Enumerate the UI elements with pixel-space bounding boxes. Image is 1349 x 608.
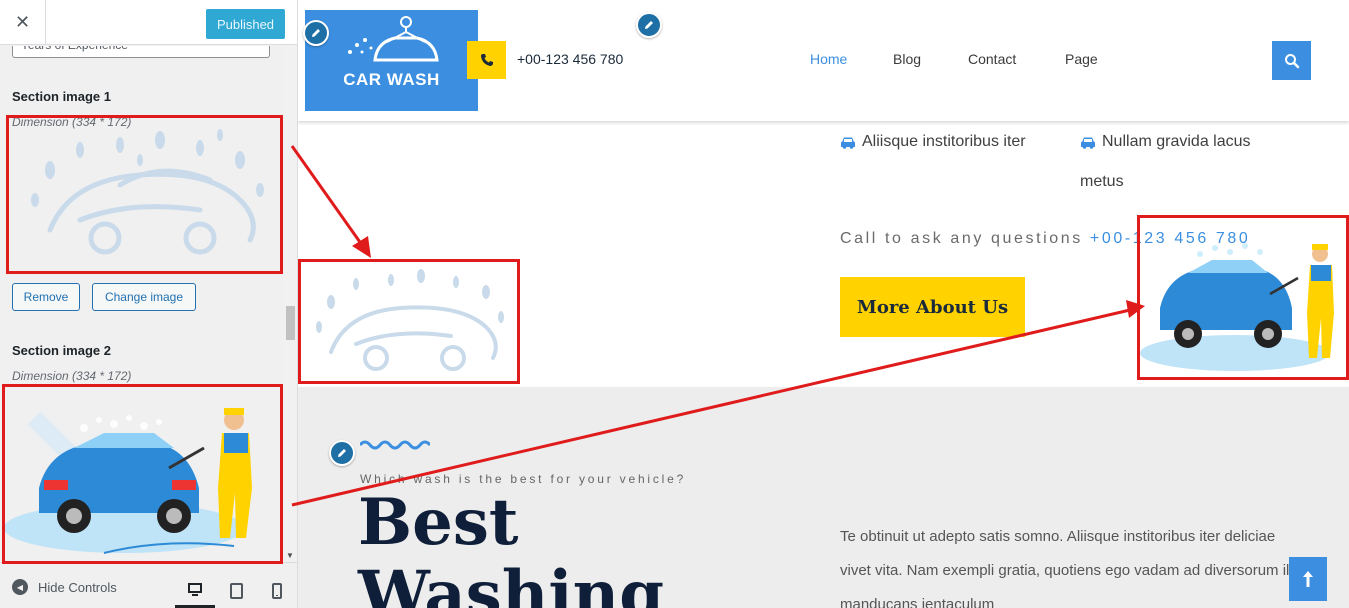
section-image-1-label: Section image 1 [12, 89, 111, 104]
customizer-header: ✕ Published [0, 0, 297, 45]
nav-page[interactable]: Page [1065, 51, 1098, 67]
close-customizer-button[interactable]: ✕ [0, 0, 46, 45]
section-paragraph: Te obtinuit ut adepto satis somno. Aliis… [840, 528, 1304, 608]
site-logo[interactable]: CAR WASH [305, 10, 478, 111]
search-icon [1284, 53, 1299, 68]
edit-shortcut-section[interactable] [329, 440, 355, 466]
logo-text: CAR WASH [343, 70, 440, 89]
nav-contact[interactable]: Contact [968, 51, 1016, 67]
title-line: Washing [358, 557, 664, 608]
site-header: CAR WASH +00-123 456 780 Home Blog Conta… [298, 0, 1349, 121]
section-image-2-dimension: Dimension (334 * 172) [12, 369, 132, 383]
edit-shortcut-logo[interactable] [303, 20, 329, 46]
services-section: Which wash is the best for your vehicle?… [298, 387, 1349, 608]
scrollbar-thumb[interactable] [286, 306, 295, 340]
nav-home[interactable]: Home [810, 51, 847, 67]
section-title: Best Washing [358, 487, 664, 608]
remove-image-button[interactable]: Remove [12, 283, 80, 311]
car-logo-icon [348, 16, 439, 62]
arrow-up-icon [1303, 571, 1313, 587]
annotation-box-preview-image-2 [1137, 215, 1349, 380]
more-about-us-button[interactable]: More About Us [840, 277, 1025, 337]
phone-icon-box [467, 41, 506, 79]
nav-blog[interactable]: Blog [893, 51, 921, 67]
published-button[interactable]: Published [206, 9, 285, 39]
years-experience-field[interactable]: Years of Experience [12, 46, 270, 58]
pencil-icon [338, 449, 346, 457]
scroll-down-arrow-icon[interactable]: ▼ [286, 551, 294, 560]
mobile-icon [272, 583, 282, 599]
feature-text: metus [1080, 173, 1124, 190]
pencil-icon [312, 29, 320, 37]
annotation-box-sidebar-image-2 [2, 384, 283, 564]
collapse-arrow-icon: ◀ [12, 579, 28, 595]
close-icon: ✕ [14, 12, 31, 32]
feature-text: Aliisque institoribus iter [862, 133, 1026, 150]
car-icon [841, 137, 855, 149]
scroll-to-top-button[interactable] [1289, 557, 1327, 601]
pencil-icon [645, 21, 653, 29]
sidebar-scrollbar[interactable]: ▼ [284, 46, 297, 562]
wave-divider-icon [360, 440, 430, 450]
tablet-icon [229, 583, 243, 599]
annotation-box-preview-image-1 [298, 259, 520, 384]
feature-text: Nullam gravida lacus [1102, 133, 1251, 150]
header-phone-number[interactable]: +00-123 456 780 [517, 51, 623, 67]
title-line: Best [358, 485, 519, 560]
call-label: Call to ask any questions [840, 230, 1083, 247]
feature-item-2: Nullam gravida lacus [1080, 133, 1251, 151]
change-image-button[interactable]: Change image [92, 283, 196, 311]
section-image-2-label: Section image 2 [12, 343, 111, 358]
feature-item-1: Aliisque institoribus iter [840, 133, 1026, 151]
customizer-footer: ◀ Hide Controls [0, 562, 297, 608]
search-button[interactable] [1272, 41, 1311, 80]
edit-shortcut-header[interactable] [636, 12, 662, 38]
tablet-preview-button[interactable] [216, 573, 256, 608]
desktop-preview-button[interactable] [175, 573, 215, 608]
hide-controls-button[interactable]: ◀ Hide Controls [12, 579, 117, 595]
phone-icon [480, 54, 493, 66]
feature-item-2-continued: metus [1080, 173, 1124, 191]
mobile-preview-button[interactable] [257, 573, 297, 608]
car-icon [1081, 137, 1095, 149]
annotation-box-sidebar-image-1 [6, 115, 283, 274]
desktop-icon [188, 582, 202, 596]
hide-controls-label: Hide Controls [38, 579, 117, 595]
section-tagline: Which wash is the best for your vehicle? [360, 472, 687, 486]
